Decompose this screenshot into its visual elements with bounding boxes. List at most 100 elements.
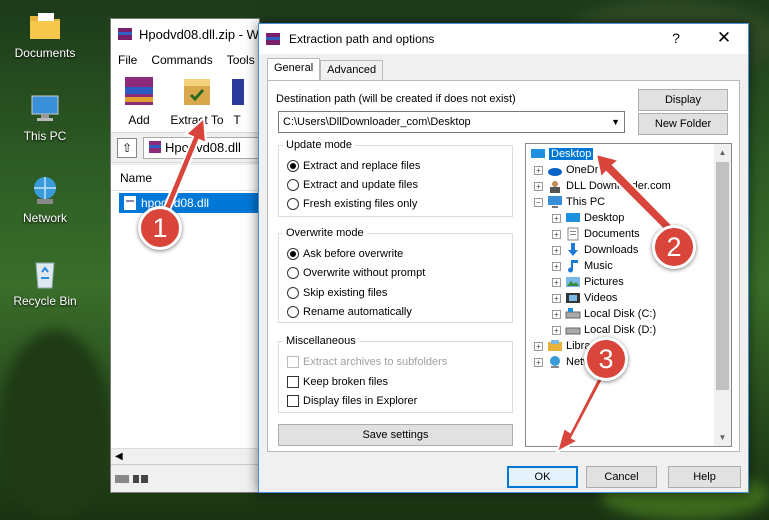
desktop-icon-documents[interactable]: Documents	[0, 10, 90, 60]
ok-button[interactable]: OK	[507, 466, 578, 488]
display-button[interactable]: Display	[638, 89, 728, 111]
music-icon	[568, 260, 578, 273]
tree-item-local-disk-c[interactable]: + Local Disk (C:)	[552, 306, 656, 322]
tree-item-pc-desktop[interactable]: + Desktop	[552, 210, 624, 226]
recycle-bin-icon	[28, 258, 62, 290]
tree-item-this-pc[interactable]: − This PC	[534, 194, 605, 210]
tree-scrollbar[interactable]: ▲ ▼	[714, 144, 731, 446]
tree-label: This PC	[566, 196, 606, 208]
network-icon	[550, 356, 560, 368]
tree-item-desktop[interactable]: Desktop	[530, 146, 594, 162]
winrar-title-bar[interactable]: Hpodvd08.dll.zip - W	[111, 19, 259, 49]
radio-button	[287, 198, 299, 210]
winrar-toolbar: Add Extract To T	[111, 71, 259, 133]
expand-icon[interactable]: +	[552, 325, 561, 335]
tree-item-onedrive[interactable]: + OneDrive	[534, 162, 612, 178]
save-settings-button[interactable]: Save settings	[278, 424, 513, 446]
radio-button	[287, 248, 299, 260]
collapse-icon[interactable]: −	[534, 197, 543, 207]
option-label: Overwrite without prompt	[303, 267, 426, 279]
user-icon	[550, 181, 560, 193]
menu-file[interactable]: File	[111, 53, 144, 67]
add-button[interactable]: Add	[111, 71, 167, 132]
radio-rename-auto[interactable]: Rename automatically	[287, 306, 412, 318]
radio-button	[287, 160, 299, 172]
drive-icon	[565, 327, 581, 335]
expand-icon[interactable]: +	[552, 261, 561, 271]
desktop-icon-this-pc[interactable]: This PC	[0, 93, 90, 143]
up-folder-button[interactable]: ⇧	[117, 137, 137, 158]
option-label: Extract archives to subfolders	[303, 356, 448, 368]
step-badge-2: 2	[652, 225, 696, 269]
zip-icon	[149, 140, 161, 153]
tree-item-local-disk-d[interactable]: + Local Disk (D:)	[552, 322, 656, 338]
tree-label: Downloads	[584, 244, 639, 256]
destination-path-label: Destination path (will be created if doe…	[276, 93, 516, 105]
chevron-down-icon[interactable]: ▼	[611, 112, 620, 132]
tree-item-videos[interactable]: + Videos	[552, 290, 617, 306]
expand-icon[interactable]: +	[552, 245, 561, 255]
winrar-app-icon	[266, 33, 280, 45]
tree-item-downloads[interactable]: + Downloads	[552, 242, 638, 258]
expand-icon[interactable]: +	[552, 277, 561, 287]
network-icon	[28, 175, 62, 207]
check-extract-subfolders[interactable]: Extract archives to subfolders	[287, 356, 447, 368]
tree-label: Local Disk (D:)	[584, 324, 657, 336]
radio-fresh-existing[interactable]: Fresh existing files only	[287, 198, 417, 210]
tab-general[interactable]: General	[267, 58, 321, 80]
desktop-icon	[531, 149, 545, 158]
folder-tree[interactable]: Desktop + OneDrive + DLL Downloader.com …	[525, 143, 732, 447]
desktop-icon-recycle-bin[interactable]: Recycle Bin	[0, 258, 90, 308]
tree-item-user[interactable]: + DLL Downloader.com	[534, 178, 671, 194]
winrar-status-bar	[111, 464, 259, 492]
scroll-thumb[interactable]	[716, 162, 729, 390]
tree-item-documents[interactable]: + Documents	[552, 226, 640, 242]
expand-icon[interactable]: +	[552, 293, 561, 303]
option-label: Ask before overwrite	[303, 248, 404, 260]
tree-item-pictures[interactable]: + Pictures	[552, 274, 624, 290]
tree-label: DLL Downloader.com	[566, 180, 671, 192]
videos-icon	[566, 293, 580, 303]
expand-icon[interactable]: +	[534, 165, 543, 175]
radio-overwrite-without[interactable]: Overwrite without prompt	[287, 267, 425, 279]
tree-item-music[interactable]: + Music	[552, 258, 613, 274]
checkbox	[287, 376, 299, 388]
dialog-title-bar[interactable]: Extraction path and options ? ✕	[259, 24, 748, 54]
expand-icon[interactable]: +	[534, 341, 543, 351]
expand-icon[interactable]: +	[534, 357, 543, 367]
archive-path[interactable]: Hpodvd08.dll	[143, 136, 259, 159]
file-row[interactable]: hpodvd08.dll	[119, 193, 259, 213]
expand-icon[interactable]: +	[552, 309, 561, 319]
test-button[interactable]: T	[227, 71, 247, 132]
cancel-button[interactable]: Cancel	[586, 466, 657, 488]
horizontal-scrollbar[interactable]: ◀	[111, 448, 259, 464]
radio-skip-existing[interactable]: Skip existing files	[287, 287, 387, 299]
expand-icon[interactable]: +	[552, 229, 561, 239]
new-folder-button[interactable]: New Folder	[638, 113, 728, 135]
scroll-up-icon[interactable]: ▲	[714, 144, 731, 161]
radio-extract-update[interactable]: Extract and update files	[287, 179, 418, 191]
update-mode-title: Update mode	[283, 139, 356, 151]
check-keep-broken[interactable]: Keep broken files	[287, 376, 388, 388]
expand-icon[interactable]: +	[552, 213, 561, 223]
overwrite-mode-title: Overwrite mode	[283, 227, 367, 239]
menu-commands[interactable]: Commands	[144, 53, 219, 67]
checkbox	[287, 395, 299, 407]
column-name-header[interactable]: Name	[111, 165, 259, 191]
expand-icon[interactable]: +	[534, 181, 543, 191]
extract-to-button[interactable]: Extract To	[167, 71, 227, 132]
radio-button	[287, 267, 299, 279]
destination-path-input[interactable]: C:\Users\DllDownloader_com\Desktop ▼	[278, 111, 625, 133]
close-icon[interactable]: ✕	[714, 28, 734, 48]
check-display-explorer[interactable]: Display files in Explorer	[287, 395, 417, 407]
desktop-icon-network[interactable]: Network	[0, 175, 90, 225]
menu-tools[interactable]: Tools	[220, 53, 262, 67]
help-button[interactable]: Help	[668, 466, 741, 488]
option-label: Fresh existing files only	[303, 198, 418, 210]
radio-extract-replace[interactable]: Extract and replace files	[287, 160, 420, 172]
tree-label: Documents	[584, 228, 640, 240]
scroll-down-icon[interactable]: ▼	[714, 429, 731, 446]
tab-advanced[interactable]: Advanced	[320, 60, 384, 80]
help-icon[interactable]: ?	[666, 30, 686, 46]
radio-ask-before[interactable]: Ask before overwrite	[287, 248, 403, 260]
